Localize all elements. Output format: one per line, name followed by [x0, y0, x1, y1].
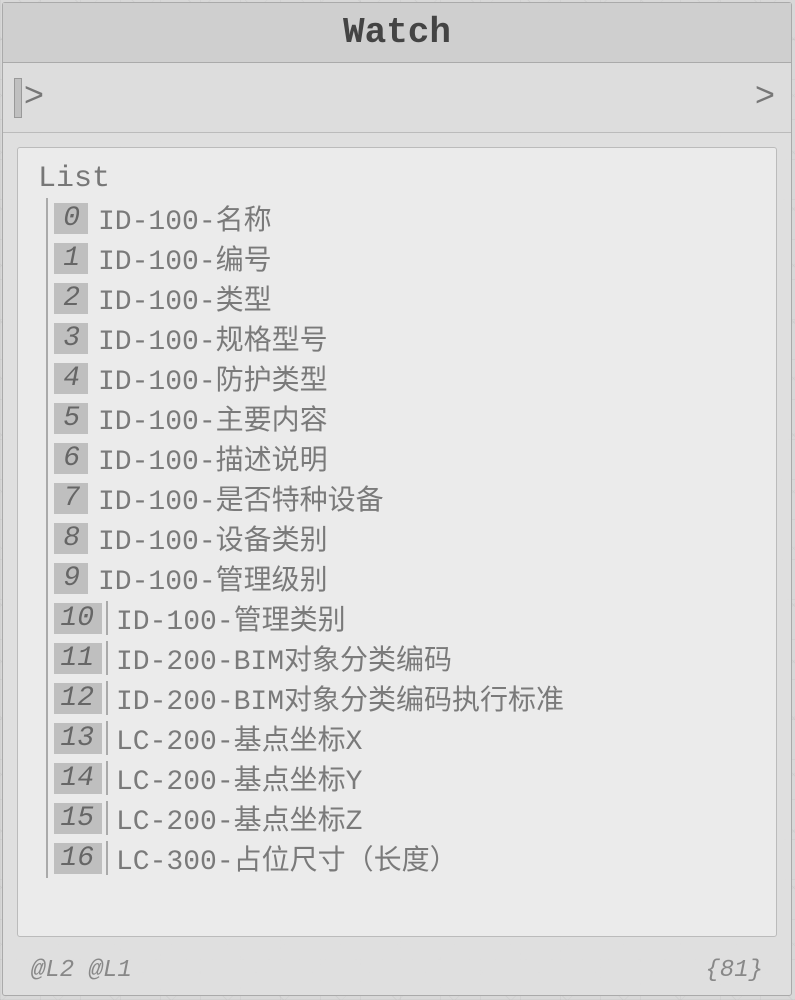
list-item-value: ID-100-防护类型: [98, 358, 328, 398]
list-item-index: 3: [54, 323, 88, 354]
list-item-value: ID-200-BIM对象分类编码: [116, 638, 452, 678]
list-item-value: ID-100-设备类别: [98, 518, 328, 558]
footer-count: {81}: [705, 957, 763, 984]
list-item[interactable]: 6 ID-100-描述说明: [54, 438, 768, 478]
list-item[interactable]: 15 LC-200-基点坐标Z: [54, 798, 768, 838]
list-item-index: 6: [54, 443, 88, 474]
list-body: 0 ID-100-名称 1 ID-100-编号 2 ID-100-类型 3 ID-100-规格…: [46, 198, 768, 878]
input-port-glyph: >: [24, 79, 44, 117]
watch-node: Watch > > List 0 ID-100-名称 1 ID-100-编号 2 ID-1…: [2, 2, 792, 996]
list-item[interactable]: 0 ID-100-名称: [54, 198, 768, 238]
list-item-value: LC-200-基点坐标Y: [116, 758, 362, 798]
list-item[interactable]: 4 ID-100-防护类型: [54, 358, 768, 398]
footer-levels: @L2 @L1: [31, 957, 132, 984]
list-item-index: 16: [54, 843, 102, 874]
list-item[interactable]: 12 ID-200-BIM对象分类编码执行标准: [54, 678, 768, 718]
content-area: List 0 ID-100-名称 1 ID-100-编号 2 ID-100-类型 3 ID-1…: [17, 147, 777, 937]
nesting-pipe: [106, 601, 108, 635]
footer-bar: @L2 @L1 {81}: [3, 951, 791, 995]
nesting-pipe: [106, 761, 108, 795]
list-item-value: ID-100-是否特种设备: [98, 478, 384, 518]
nesting-pipe: [106, 801, 108, 835]
list-item-index: 0: [54, 203, 88, 234]
title-bar[interactable]: Watch: [3, 3, 791, 63]
list-item[interactable]: 3 ID-100-规格型号: [54, 318, 768, 358]
list-item-index: 13: [54, 723, 102, 754]
list-item-index: 12: [54, 683, 102, 714]
list-item[interactable]: 8 ID-100-设备类别: [54, 518, 768, 558]
list-item[interactable]: 9 ID-100-管理级别: [54, 558, 768, 598]
list-item-value: LC-200-基点坐标X: [116, 718, 362, 758]
list-item-value: ID-100-描述说明: [98, 438, 328, 478]
list-item[interactable]: 10 ID-100-管理类别: [54, 598, 768, 638]
node-title: Watch: [343, 12, 451, 53]
list-item[interactable]: 16 LC-300-占位尺寸（长度）: [54, 838, 768, 878]
list-item-value: ID-200-BIM对象分类编码执行标准: [116, 678, 564, 718]
output-port-glyph: >: [755, 79, 775, 117]
list-item-value: ID-100-管理类别: [116, 598, 346, 638]
list-header: List: [38, 162, 768, 196]
list-item-value: LC-200-基点坐标Z: [116, 798, 362, 838]
list-item-index: 2: [54, 283, 88, 314]
nesting-pipe: [106, 841, 108, 875]
list-item[interactable]: 5 ID-100-主要内容: [54, 398, 768, 438]
list-item[interactable]: 14 LC-200-基点坐标Y: [54, 758, 768, 798]
list-item-index: 4: [54, 363, 88, 394]
list-item[interactable]: 7 ID-100-是否特种设备: [54, 478, 768, 518]
list-item-index: 10: [54, 603, 102, 634]
scroll-area[interactable]: List 0 ID-100-名称 1 ID-100-编号 2 ID-100-类型 3 ID-1…: [18, 148, 776, 936]
output-port[interactable]: >: [747, 74, 783, 122]
list-item-value: ID-100-主要内容: [98, 398, 328, 438]
nesting-pipe: [106, 681, 108, 715]
list-item[interactable]: 1 ID-100-编号: [54, 238, 768, 278]
list-item-value: ID-100-管理级别: [98, 558, 328, 598]
list-item-value: ID-100-名称: [98, 198, 272, 238]
list-item[interactable]: 2 ID-100-类型: [54, 278, 768, 318]
list-item-index: 8: [54, 523, 88, 554]
list-item-value: ID-100-规格型号: [98, 318, 328, 358]
input-port[interactable]: >: [11, 74, 47, 122]
list-item-index: 7: [54, 483, 88, 514]
list-item[interactable]: 11 ID-200-BIM对象分类编码: [54, 638, 768, 678]
nesting-pipe: [106, 641, 108, 675]
list-item[interactable]: 13 LC-200-基点坐标X: [54, 718, 768, 758]
list-item-index: 14: [54, 763, 102, 794]
list-item-value: LC-300-占位尺寸（长度）: [116, 838, 458, 878]
list-item-index: 9: [54, 563, 88, 594]
list-item-index: 1: [54, 243, 88, 274]
nesting-pipe: [106, 721, 108, 755]
port-row: > >: [3, 63, 791, 133]
list-item-index: 5: [54, 403, 88, 434]
list-item-value: ID-100-类型: [98, 278, 272, 318]
list-item-value: ID-100-编号: [98, 238, 272, 278]
list-item-index: 11: [54, 643, 102, 674]
list-item-index: 15: [54, 803, 102, 834]
